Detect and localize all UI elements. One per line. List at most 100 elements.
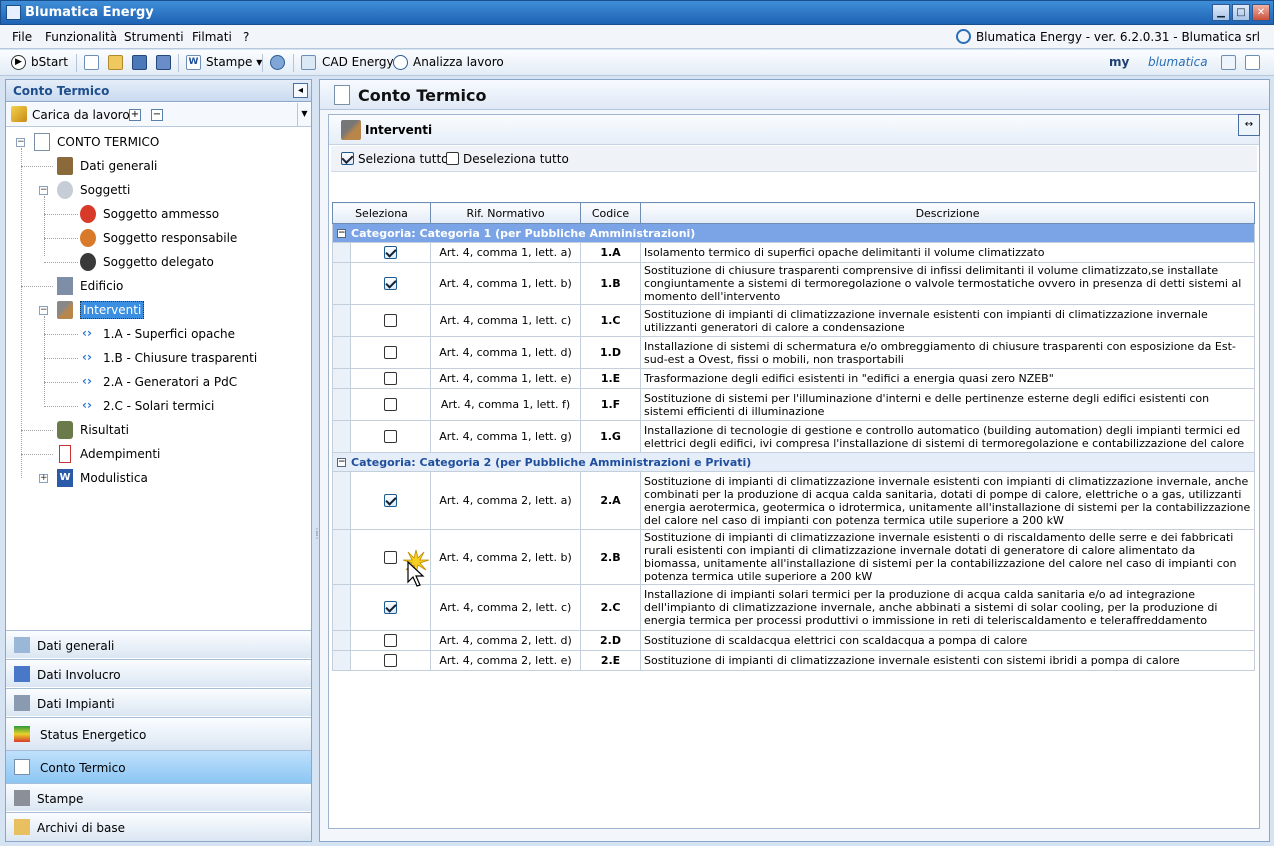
expand-all-icon[interactable]: + <box>129 109 141 121</box>
table-row[interactable]: Art. 4, comma 1, lett. g) 1.G Installazion… <box>332 420 1256 453</box>
select-cell <box>349 630 432 651</box>
menu-funzionalita[interactable]: Funzionalità <box>45 30 117 44</box>
deselect-all-checkbox[interactable] <box>446 152 459 165</box>
menu-file[interactable]: File <box>12 30 32 44</box>
select-checkbox[interactable] <box>384 372 397 386</box>
category-collapse-icon[interactable]: − <box>337 229 346 238</box>
menu-strumenti[interactable]: Strumenti <box>124 30 184 44</box>
table-row[interactable]: Art. 4, comma 2, lett. c) 2.C Installazion… <box>332 584 1256 631</box>
open-folder-icon[interactable] <box>108 55 123 70</box>
col-header-codice[interactable]: Codice <box>580 202 642 224</box>
document-list-icon <box>334 85 350 105</box>
cad-energy-button[interactable]: CAD Energy <box>322 55 394 69</box>
user-icon[interactable] <box>1221 55 1236 70</box>
collapse-all-icon[interactable]: − <box>151 109 163 121</box>
nav-stampe[interactable]: Stampe <box>6 783 311 811</box>
archive-icon <box>14 819 30 835</box>
select-checkbox[interactable] <box>384 430 397 444</box>
tree-collapse-icon[interactable]: − <box>16 138 25 147</box>
selection-toolbar: Seleziona tutto Deseleziona tutto <box>331 146 1257 172</box>
expand-columns-button[interactable]: ↔ <box>1238 114 1260 136</box>
person-icon <box>80 205 96 223</box>
select-checkbox[interactable] <box>384 314 397 328</box>
select-checkbox[interactable] <box>384 654 397 668</box>
table-row[interactable]: Art. 4, comma 1, lett. b) 1.B Sostituzione… <box>332 262 1256 305</box>
table-row[interactable]: Art. 4, comma 2, lett. d) 2.D Sostituzione… <box>332 630 1256 651</box>
tree-node-soggetto-delegato[interactable]: Soggetto delegato <box>103 255 214 269</box>
select-all-checkbox[interactable] <box>341 151 354 165</box>
select-checkbox[interactable] <box>384 601 397 615</box>
person-icon <box>80 229 96 247</box>
tree-collapse-icon[interactable]: − <box>39 186 48 195</box>
close-button[interactable]: ✕ <box>1252 4 1270 21</box>
tree-collapse-icon[interactable]: − <box>39 306 48 315</box>
settings-gear-icon[interactable] <box>270 55 285 70</box>
table-row[interactable]: Art. 4, comma 2, lett. b) 2.B Sostituzione… <box>332 529 1256 585</box>
description-cell: Isolamento termico di superfici opache d… <box>640 242 1256 263</box>
row-header <box>332 262 351 305</box>
deselect-all-button[interactable]: Deseleziona tutto <box>463 152 569 166</box>
select-checkbox[interactable] <box>384 246 397 260</box>
table-row[interactable]: Art. 4, comma 1, lett. a) 1.A Isolamento t… <box>332 242 1256 263</box>
tree-expand-icon[interactable]: + <box>39 474 48 483</box>
table-row[interactable]: Art. 4, comma 1, lett. e) 1.E Trasformazio… <box>332 368 1256 389</box>
select-checkbox[interactable] <box>384 550 397 564</box>
select-all-button[interactable]: Seleziona tutto <box>358 152 449 166</box>
select-cell <box>349 242 432 263</box>
nav-conto-termico[interactable]: Conto Termico <box>6 750 311 783</box>
minimize-button[interactable]: ▁ <box>1212 4 1230 21</box>
tree-node-soggetti[interactable]: Soggetti <box>80 183 130 197</box>
bstart-button[interactable]: bStart <box>31 55 68 69</box>
tree-node-root[interactable]: CONTO TERMICO <box>57 135 159 149</box>
tree-node-interventi[interactable]: Interventi <box>80 301 145 319</box>
select-checkbox[interactable] <box>384 398 397 412</box>
nav-dati-generali[interactable]: Dati generali <box>6 630 311 658</box>
tree-node-modulistica[interactable]: Modulistica <box>80 471 148 485</box>
tree-node-soggetto-ammesso[interactable]: Soggetto ammesso <box>103 207 219 221</box>
nav-status-energetico[interactable]: Status Energetico <box>6 717 311 750</box>
table-row[interactable]: Art. 4, comma 2, lett. e) 2.E Sostituzione… <box>332 650 1256 671</box>
maximize-button[interactable]: □ <box>1232 4 1250 21</box>
save-all-icon[interactable] <box>156 55 171 70</box>
code-cell: 1.C <box>580 304 642 337</box>
nav-dati-impianti[interactable]: Dati Impianti <box>6 688 311 716</box>
table-row[interactable]: Art. 4, comma 1, lett. f) 1.F Sostituzione… <box>332 388 1256 421</box>
save-icon[interactable] <box>132 55 147 70</box>
new-file-icon[interactable] <box>84 55 99 70</box>
table-row[interactable]: Art. 4, comma 2, lett. a) 2.A Sostituzione… <box>332 471 1256 530</box>
col-header-rif-normativo[interactable]: Rif. Normativo <box>430 202 582 224</box>
category-row[interactable]: − Categoria: Categoria 1 (per Pubbliche A… <box>331 223 1256 243</box>
code-icon: ‹› <box>82 326 92 340</box>
tree-node-adempimenti[interactable]: Adempimenti <box>80 447 160 461</box>
stampe-dropdown[interactable]: Stampe ▾ <box>206 55 262 69</box>
col-header-descrizione[interactable]: Descrizione <box>640 202 1256 224</box>
tree-node-1b[interactable]: 1.B - Chiusure trasparenti <box>103 351 257 365</box>
tree-node-edificio[interactable]: Edificio <box>80 279 123 293</box>
category-row[interactable]: − Categoria: Categoria 2 (per Pubbliche A… <box>331 452 1256 472</box>
tree-node-2c[interactable]: 2.C - Solari termici <box>103 399 214 413</box>
tree-node-dati-generali[interactable]: Dati generali <box>80 159 157 173</box>
table-row[interactable]: Art. 4, comma 1, lett. d) 1.D Installazion… <box>332 336 1256 369</box>
table-row[interactable]: Art. 4, comma 1, lett. c) 1.C Sostituzione… <box>332 304 1256 337</box>
notes-icon[interactable] <box>1245 55 1260 70</box>
toolbar: ▶ bStart W Stampe ▾ CAD Energy Analizza … <box>0 50 1274 76</box>
nav-dati-involucro[interactable]: Dati Involucro <box>6 659 311 687</box>
analizza-lavoro-button[interactable]: Analizza lavoro <box>413 55 504 69</box>
tree-node-2a[interactable]: 2.A - Generatori a PdC <box>103 375 237 389</box>
splitter-handle[interactable]: ⋮ ⋮ <box>313 528 321 546</box>
select-checkbox[interactable] <box>384 346 397 360</box>
select-checkbox[interactable] <box>384 277 397 291</box>
category-collapse-icon[interactable]: − <box>337 458 346 467</box>
tree-node-1a[interactable]: 1.A - Superfici opache <box>103 327 235 341</box>
tree-node-soggetto-responsabile[interactable]: Soggetto responsabile <box>103 231 237 245</box>
tree-node-risultati[interactable]: Risultati <box>80 423 129 437</box>
menu-help[interactable]: ? <box>243 30 249 44</box>
col-header-seleziona[interactable]: Seleziona <box>331 202 432 224</box>
collapse-panel-button[interactable]: ◂ <box>293 83 308 98</box>
menu-filmati[interactable]: Filmati <box>192 30 232 44</box>
select-checkbox[interactable] <box>384 494 397 508</box>
load-combo[interactable]: Carica da lavoro + − ▼ <box>6 103 311 127</box>
chevron-down-icon[interactable]: ▼ <box>297 103 311 127</box>
select-checkbox[interactable] <box>384 634 397 648</box>
nav-archivi-di-base[interactable]: Archivi di base <box>6 812 311 841</box>
